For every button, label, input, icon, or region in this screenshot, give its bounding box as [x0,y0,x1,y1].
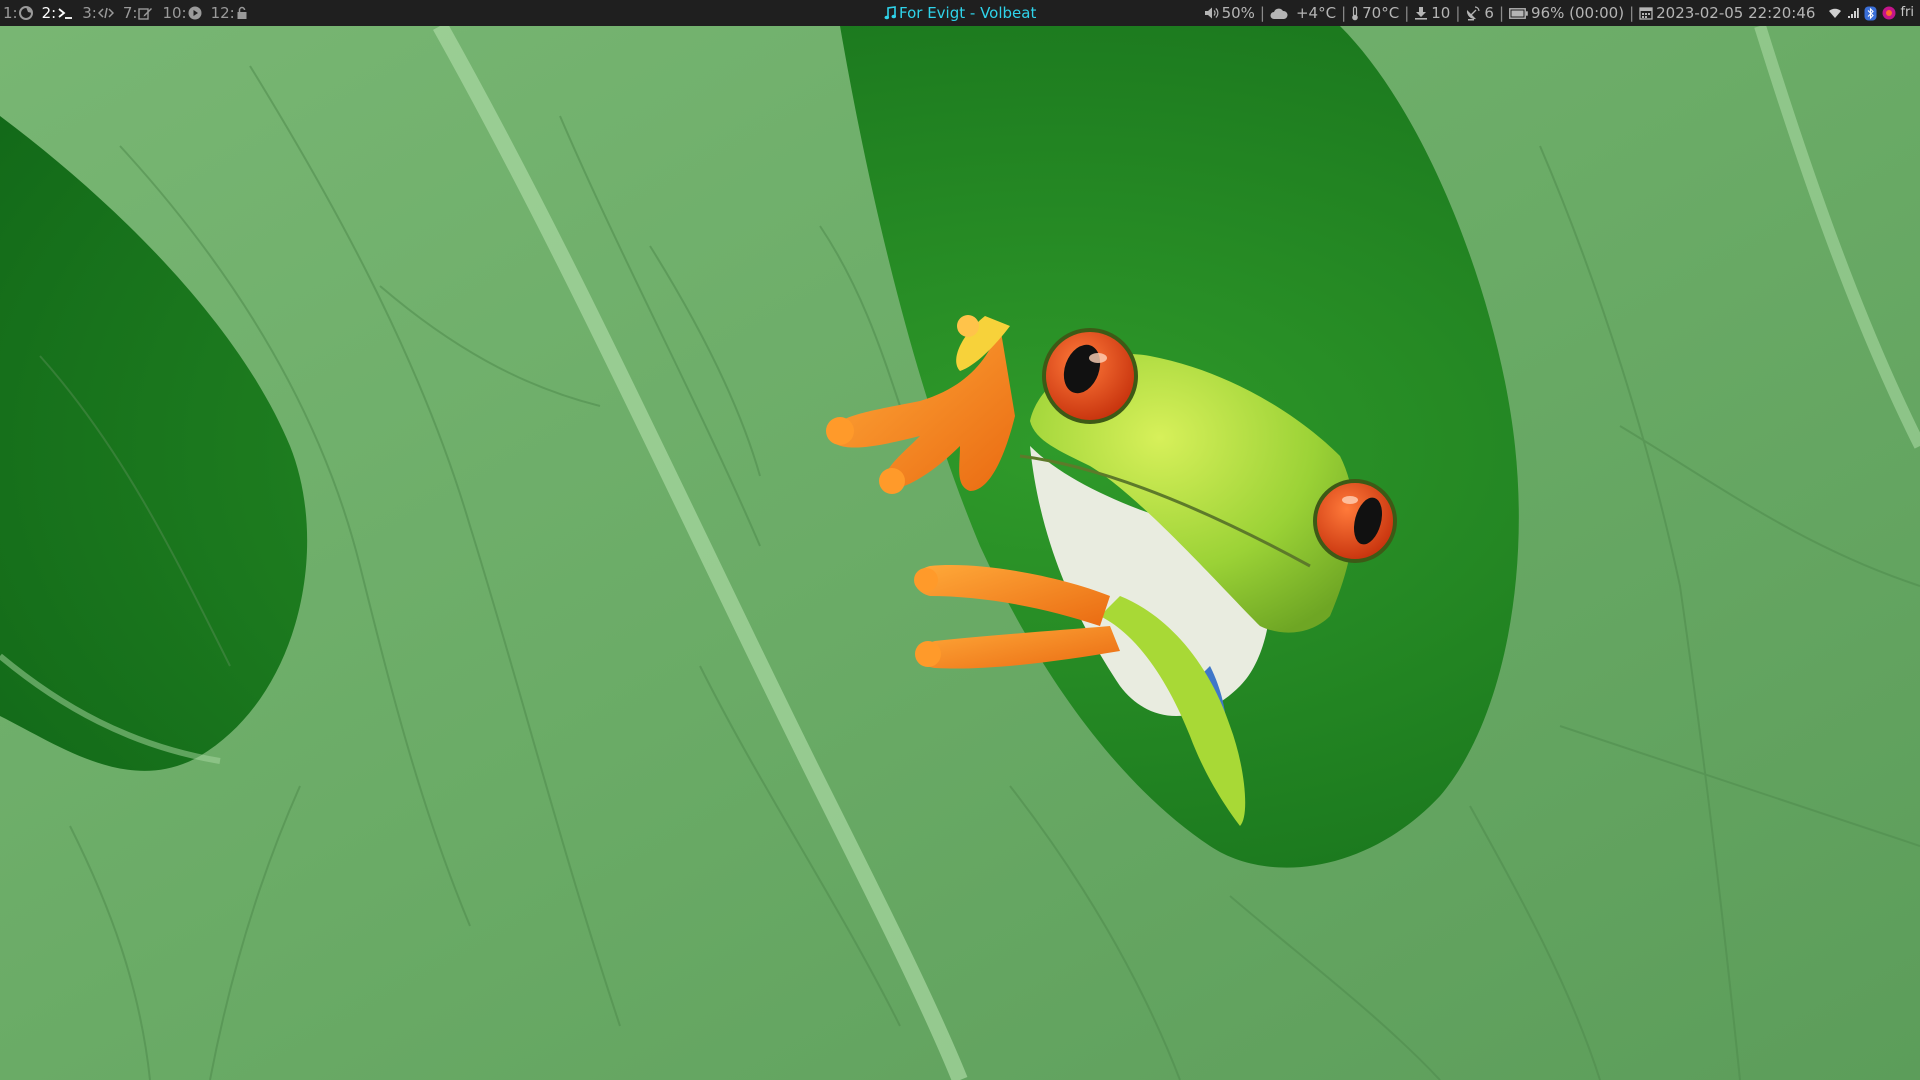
tray-signal[interactable] [1847,7,1860,19]
separator: | [1259,4,1265,22]
workspace-10[interactable]: 10: [162,0,202,26]
separator: | [1498,4,1505,22]
weather-value: +4°C [1295,4,1337,22]
separator: | [1404,4,1410,22]
terminal-icon [58,8,73,19]
play-icon [188,6,202,20]
workspace-number: 3: [82,4,97,22]
separator: | [1341,4,1347,22]
wallpaper-image [0,26,1920,1080]
bluetooth-icon [1864,6,1877,20]
thermometer-icon [1352,5,1358,20]
workspace-12[interactable]: 12: [211,0,248,26]
workspace-list: 1: 2: 3: 7: 10: 12: [3,0,257,26]
cpu-temp-value: 70°C [1362,4,1400,22]
calendar-icon [1639,7,1653,20]
cpu-temp-block[interactable]: 70°C [1351,0,1399,26]
tray-text: fri [1900,5,1914,20]
code-icon [97,7,114,19]
status-blocks: 50% | +4°C | 70°C | 10 | 6 | 96% (00:00)… [1204,0,1914,26]
cloud-icon [1270,8,1288,19]
workspace-2[interactable]: 2: [42,0,74,26]
firefox-icon [18,6,33,20]
workspace-number: 10: [162,4,187,22]
status-bar: 1: 2: 3: 7: 10: 12: For Evigt - Volbeat [0,0,1920,26]
now-playing-text: For Evigt - Volbeat [899,4,1037,22]
battery-icon [1509,7,1528,19]
wifi-icon [1829,8,1842,18]
workspace-number: 2: [41,4,57,22]
edit-icon [138,8,153,20]
updates-value: 10 [1431,4,1451,22]
download-icon [1415,7,1428,20]
battery-block[interactable]: 96% (00:00) [1509,0,1624,26]
battery-value: 96% (00:00) [1531,4,1625,22]
weather-block[interactable]: +4°C [1270,0,1336,26]
network-value: 6 [1484,4,1494,22]
workspace-number: 1: [3,4,18,22]
network-block[interactable]: 6 [1465,0,1494,26]
tray-wifi[interactable] [1828,7,1842,19]
separator: | [1455,4,1461,22]
updates-block[interactable]: 10 [1414,0,1450,26]
signal-bars-icon [1848,8,1860,18]
volume-value: 50% [1221,4,1255,22]
now-playing[interactable]: For Evigt - Volbeat [884,0,1036,26]
lock-icon [237,6,247,19]
tray-app[interactable] [1882,6,1896,20]
datetime-value: 2023-02-05 22:20:46 [1656,4,1816,22]
datetime-block[interactable]: 2023-02-05 22:20:46 [1639,0,1815,26]
volume-block[interactable]: 50% [1204,0,1255,26]
workspace-number: 12: [210,4,235,22]
workspace-3[interactable]: 3: [82,0,114,26]
tray-bluetooth[interactable] [1864,6,1877,21]
volume-icon [1204,7,1218,19]
workspace-number: 7: [122,4,138,22]
workspace-1[interactable]: 1: [3,0,33,26]
workspace-7[interactable]: 7: [123,0,154,26]
separator: | [1629,4,1635,22]
desktop-wallpaper [0,26,1920,1080]
music-note-icon [884,5,896,19]
system-tray: fri [1823,0,1914,26]
app-tray-icon [1882,6,1896,20]
satellite-dish-icon [1467,5,1481,20]
